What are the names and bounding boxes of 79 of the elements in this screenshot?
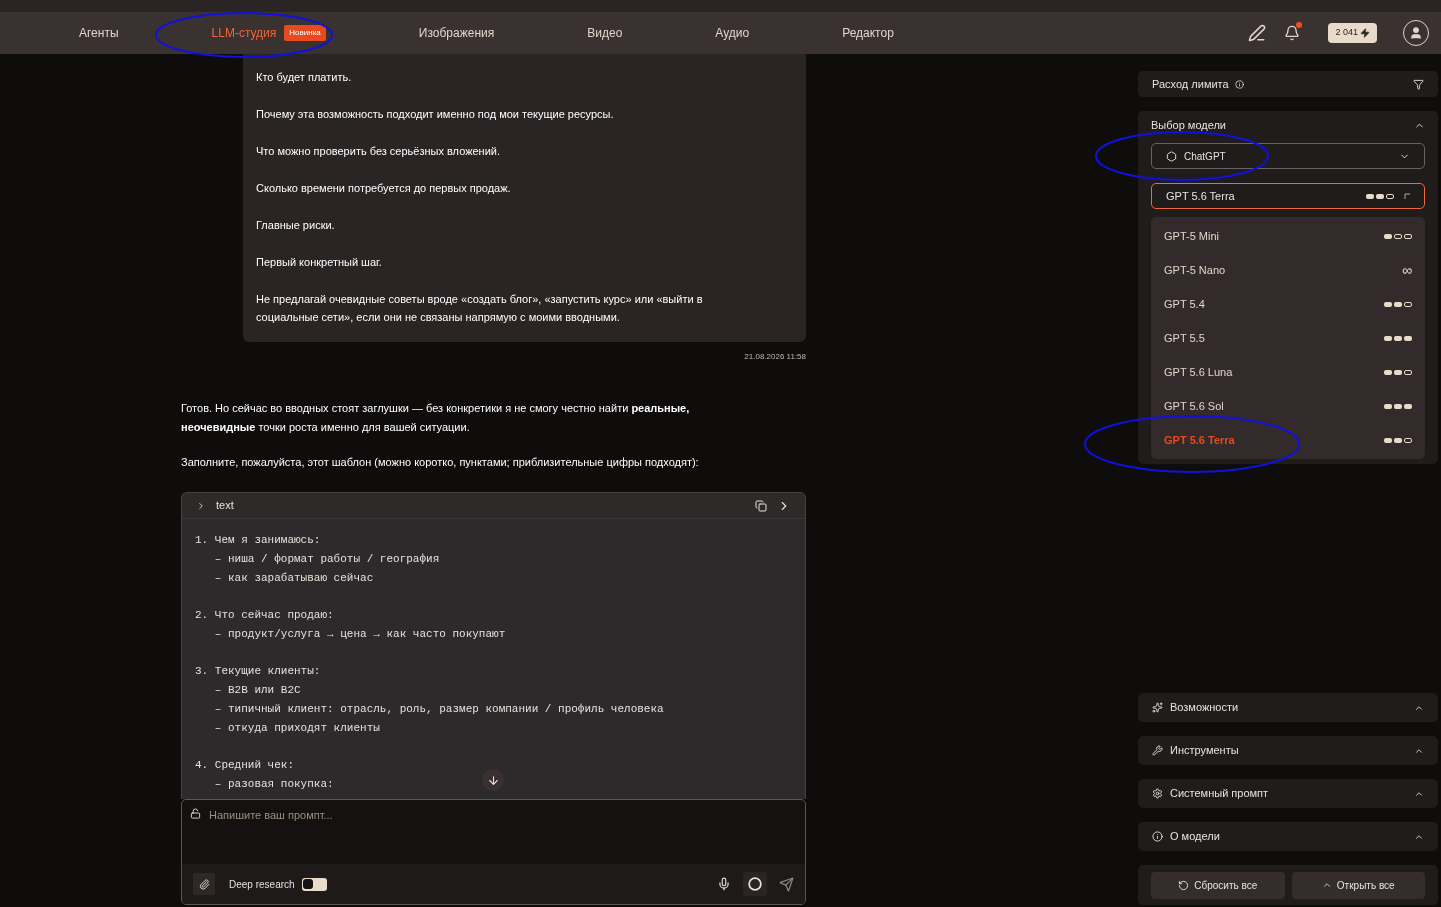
- nav-tab[interactable]: LLM-студия Новинка: [211, 24, 326, 42]
- deep-research-toggle[interactable]: [301, 877, 327, 891]
- model-option[interactable]: GPT 5.6 Terra: [1151, 423, 1425, 457]
- sparkles-icon: [1152, 702, 1163, 713]
- expand-icon[interactable]: [196, 500, 206, 511]
- scroll-down-button[interactable]: [482, 769, 504, 791]
- unlimited-symbol: ∞: [1402, 261, 1412, 278]
- model-option[interactable]: GPT-5 Nano ∞: [1151, 253, 1425, 287]
- model-option[interactable]: GPT 5.6 Luna: [1151, 355, 1425, 389]
- model-option[interactable]: GPT 5.4: [1151, 287, 1425, 321]
- message-text: Кто будет платить.: [256, 70, 353, 85]
- code-language: text: [216, 498, 234, 514]
- arrow-down-icon: [486, 773, 500, 787]
- deep-research-label: Deep research: [229, 877, 295, 892]
- message-text: Не предлагай очевидные советы вроде «создать блог», «запустить курс» или «выйти в социальные сети», если они не связаны напрямую с моими вводными.: [256, 292, 704, 325]
- code-line: 2. Что сейчас продаю:: [195, 608, 334, 623]
- provider-dropdown[interactable]: ChatGPT: [1151, 143, 1425, 169]
- reset-icon: [1178, 879, 1190, 891]
- nav-tab[interactable]: Аудио: [715, 24, 750, 42]
- message-text: Почему эта возможность подходит именно под мои текущие ресурсы.: [256, 107, 615, 122]
- code-line: – B2B или B2C: [213, 683, 301, 698]
- settings-section-header[interactable]: Возможности: [1138, 693, 1438, 722]
- code-line: – откуда приходят клиенты: [213, 721, 380, 736]
- info-icon[interactable]: [1234, 79, 1244, 89]
- provider-logo-icon: [1166, 150, 1177, 162]
- model-option[interactable]: GPT 5.6 Sol: [1151, 389, 1425, 423]
- copy-icon[interactable]: [755, 499, 767, 512]
- selected-model-field[interactable]: GPT 5.6 Terra: [1151, 183, 1425, 209]
- model-option[interactable]: GPT-5 Mini: [1151, 219, 1425, 253]
- message-text: Заполните, пожалуйста, этот шаблон (можно коротко, пунктами; приблизительные цифры подходят):: [181, 455, 700, 470]
- settings-section-header[interactable]: О модели: [1138, 822, 1438, 851]
- message-text: Главные риски.: [256, 218, 336, 233]
- code-line: – типичный клиент: отрасль, роль, размер компании / профиль человека: [213, 702, 664, 717]
- code-line: 4. Средний чек:: [195, 758, 295, 773]
- circle-icon: [748, 877, 762, 891]
- unlock-icon[interactable]: [190, 808, 201, 819]
- attach-button[interactable]: [193, 873, 215, 895]
- settings-icon: [1152, 788, 1163, 799]
- paperclip-icon: [198, 878, 210, 890]
- limit-usage-panel[interactable]: Расход лимита: [1138, 71, 1438, 97]
- nav-tab[interactable]: Редактор: [842, 24, 894, 42]
- nav-tab[interactable]: Изображения: [418, 24, 495, 42]
- panel-title: Выбор модели: [1151, 117, 1226, 133]
- message-timestamp: 21.08.2026 11:58: [744, 351, 806, 363]
- code-line: – разовая покупка:: [213, 777, 334, 792]
- voice-mode-button[interactable]: [743, 872, 767, 896]
- lightning-icon: [1360, 28, 1370, 38]
- settings-section-header[interactable]: Системный промпт: [1138, 779, 1438, 808]
- section-title: Системный промпт: [1170, 786, 1269, 802]
- section-title: О модели: [1170, 829, 1220, 845]
- corner-icon: [1404, 193, 1410, 199]
- chevron-up-icon: [1321, 880, 1332, 890]
- tools-icon: [1152, 745, 1163, 756]
- nav-tab[interactable]: Агенты: [79, 24, 119, 42]
- microphone-icon[interactable]: [717, 877, 731, 891]
- code-line: – как зарабатываю сейчас: [213, 571, 374, 586]
- info-icon: [1152, 831, 1163, 842]
- send-icon[interactable]: [779, 876, 794, 892]
- section-title: Инструменты: [1170, 743, 1239, 759]
- prompt-input[interactable]: Напишите ваш промпт...: [209, 807, 797, 824]
- model-option[interactable]: GPT 5.5: [1151, 321, 1425, 355]
- message-text: Первый конкретный шаг.: [256, 255, 383, 270]
- code-line: 1. Чем я занимаюсь:: [195, 533, 321, 548]
- settings-section-header[interactable]: Инструменты: [1138, 736, 1438, 765]
- filter-icon[interactable]: [1413, 78, 1424, 90]
- new-badge: Новинка: [284, 25, 326, 41]
- code-line: – ниша / формат работы / география: [213, 552, 440, 567]
- message-text: Что можно проверить без серьёзных вложений.: [256, 144, 502, 159]
- balance-button[interactable]: 2 041: [1328, 23, 1377, 43]
- reset-all-button[interactable]: Сбросить все: [1151, 871, 1285, 899]
- open-all-button[interactable]: Открыть все: [1291, 871, 1425, 899]
- notification-bell[interactable]: [1284, 25, 1301, 41]
- message-text: Готов. Но сейчас во вводных стоят заглушки — без конкретики я не смогу честно найти реальные, неочевидные точки роста именно для вашей ситуации.: [181, 401, 691, 435]
- section-title: Возможности: [1170, 700, 1239, 716]
- panel-title: Расход лимита: [1152, 76, 1229, 92]
- nav-tab[interactable]: Видео: [587, 24, 623, 42]
- code-line: – продукт/услуга → цена → как часто покупают: [213, 627, 506, 642]
- message-text: Сколько времени потребуется до первых продаж.: [256, 181, 512, 196]
- code-line: 3. Текущие клиенты:: [195, 664, 321, 679]
